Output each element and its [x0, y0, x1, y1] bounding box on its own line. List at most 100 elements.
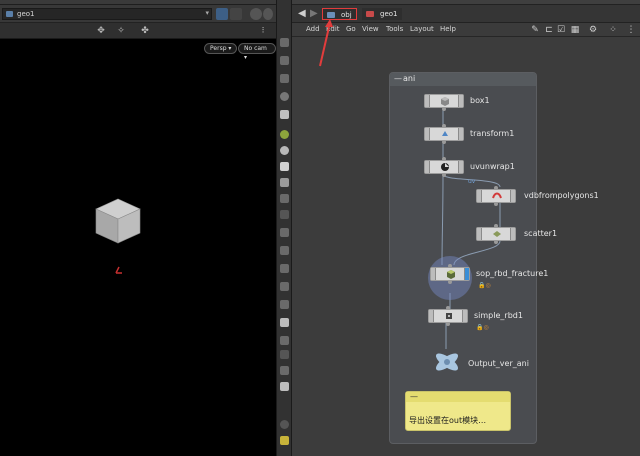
- camera-mode-dropdown[interactable]: Persp ▾: [204, 43, 238, 54]
- output-connector[interactable]: [494, 240, 498, 244]
- back-arrow-icon[interactable]: ◀: [298, 8, 306, 20]
- wireframe-icon[interactable]: [280, 178, 289, 187]
- primitive-number-icon[interactable]: [280, 264, 289, 273]
- forward-arrow-icon[interactable]: ▶: [310, 8, 318, 20]
- pin-button[interactable]: [230, 8, 242, 20]
- viewport-settings-button[interactable]: [263, 8, 273, 20]
- collapse-box-icon[interactable]: —: [394, 74, 402, 83]
- bypass-flag[interactable]: [431, 268, 436, 280]
- input-connector[interactable]: [494, 224, 498, 228]
- settings-icon[interactable]: ⚙: [588, 25, 598, 35]
- input-connector[interactable]: [442, 124, 446, 128]
- more-menu-icon[interactable]: ⋮: [626, 25, 636, 35]
- camera-select-dropdown[interactable]: No cam ▾: [238, 43, 276, 61]
- isolate-icon[interactable]: [280, 336, 289, 345]
- display-menu-icon[interactable]: ⁝: [258, 26, 268, 36]
- input-connector[interactable]: [446, 306, 450, 310]
- snap-icon[interactable]: [280, 92, 289, 101]
- bypass-flag[interactable]: [425, 128, 430, 140]
- display-options-button[interactable]: [250, 8, 262, 20]
- output-connector[interactable]: [442, 140, 446, 144]
- menu-go[interactable]: Go: [346, 25, 356, 33]
- display-flag[interactable]: [458, 128, 463, 140]
- box-geometry[interactable]: [94, 197, 142, 245]
- menu-edit[interactable]: Edit: [326, 25, 340, 33]
- bypass-flag[interactable]: [425, 95, 430, 107]
- display-flag[interactable]: [510, 228, 515, 240]
- menu-add[interactable]: Add: [306, 25, 320, 33]
- network-canvas[interactable]: — ani uv box1 transform1 uvunwrap1 vdbfr…: [292, 37, 640, 456]
- network-options-icon[interactable]: ⁘: [608, 25, 618, 35]
- display-flag[interactable]: [458, 161, 463, 173]
- bypass-flag[interactable]: [425, 161, 430, 173]
- point-number-icon[interactable]: [280, 282, 289, 291]
- dolly-tool-icon[interactable]: ✤: [140, 26, 150, 36]
- display-flag-active[interactable]: [464, 268, 469, 280]
- headlight-icon[interactable]: [280, 146, 289, 155]
- output-connector[interactable]: [494, 202, 498, 206]
- sticky-note-collapse[interactable]: —: [410, 392, 418, 401]
- grid-view-icon[interactable]: ▦: [570, 25, 580, 35]
- bypass-flag[interactable]: [429, 310, 434, 322]
- breadcrumb-geo1[interactable]: geo1: [362, 8, 402, 20]
- chevron-down-icon[interactable]: ▾: [205, 9, 209, 17]
- display-flag[interactable]: [462, 310, 467, 322]
- light-icon[interactable]: [280, 130, 289, 139]
- menu-layout[interactable]: Layout: [410, 25, 434, 33]
- breadcrumb-obj[interactable]: obj: [322, 8, 357, 20]
- node-uvunwrap1[interactable]: [424, 157, 464, 177]
- tree-view-icon[interactable]: ⊏: [544, 25, 554, 35]
- background-icon[interactable]: [280, 194, 289, 203]
- node-vdbfrompolygons1[interactable]: [476, 186, 516, 206]
- output-connector[interactable]: [442, 173, 446, 177]
- layout-grid-icon[interactable]: [280, 436, 289, 445]
- bypass-flag[interactable]: [477, 190, 482, 202]
- node-output-ver-ani[interactable]: [432, 349, 462, 375]
- vertex-display-icon[interactable]: [280, 300, 289, 309]
- bypass-flag[interactable]: [477, 228, 482, 240]
- 3d-viewport[interactable]: Persp ▾ No cam ▾: [0, 39, 276, 456]
- checklist-icon[interactable]: ☑: [556, 25, 566, 35]
- input-connector[interactable]: [442, 157, 446, 161]
- template-display-icon[interactable]: [280, 318, 289, 327]
- pan-tool-icon[interactable]: ✧: [116, 26, 126, 36]
- menu-view[interactable]: View: [362, 25, 379, 33]
- output-connector[interactable]: [448, 280, 452, 284]
- node-scatter1[interactable]: [476, 224, 516, 244]
- sticky-note[interactable]: — 导出设置在out模块…: [405, 391, 511, 431]
- shading-mode-icon[interactable]: [280, 162, 289, 171]
- tumble-tool-icon[interactable]: ✥: [96, 26, 106, 36]
- ghost-display-icon[interactable]: [280, 110, 289, 119]
- sticky-note-text[interactable]: 导出设置在out模块…: [409, 415, 486, 426]
- lock-icon[interactable]: [280, 74, 289, 83]
- safe-area-icon[interactable]: [280, 382, 289, 391]
- viewport-toolbar: ✥ ✧ ✤ ⁝: [0, 23, 276, 39]
- network-box-title-bar[interactable]: — ani: [390, 73, 536, 86]
- output-connector[interactable]: [446, 322, 450, 326]
- handle-tool-icon[interactable]: [280, 56, 289, 65]
- wrench-icon[interactable]: ✎: [530, 25, 540, 35]
- output-connector[interactable]: [442, 107, 446, 111]
- scatter-sop-icon: [493, 231, 501, 237]
- bounding-box-icon[interactable]: [280, 366, 289, 375]
- select-tool-icon[interactable]: [280, 38, 289, 47]
- guide-icon[interactable]: [280, 210, 289, 219]
- node-box1[interactable]: [424, 94, 464, 111]
- uvunwrap-sop-icon: [441, 163, 449, 171]
- select-mode-button[interactable]: [216, 8, 228, 20]
- display-flag[interactable]: [510, 190, 515, 202]
- normal-display-icon[interactable]: [280, 246, 289, 255]
- input-connector[interactable]: [448, 264, 452, 268]
- display-flag[interactable]: [458, 95, 463, 107]
- input-connector[interactable]: [494, 186, 498, 190]
- node-sop-rbd-fracture1[interactable]: [430, 264, 470, 284]
- scene-path-field[interactable]: geo1 ▾: [2, 8, 212, 20]
- abc-label-icon[interactable]: [280, 350, 289, 359]
- node-transform1[interactable]: [424, 124, 464, 144]
- menu-help[interactable]: Help: [440, 25, 456, 33]
- info-icon[interactable]: [280, 420, 289, 429]
- point-display-icon[interactable]: [280, 228, 289, 237]
- sticky-note-title-bar[interactable]: —: [406, 392, 510, 402]
- menu-tools[interactable]: Tools: [386, 25, 403, 33]
- node-simple-rbd1[interactable]: [428, 306, 468, 326]
